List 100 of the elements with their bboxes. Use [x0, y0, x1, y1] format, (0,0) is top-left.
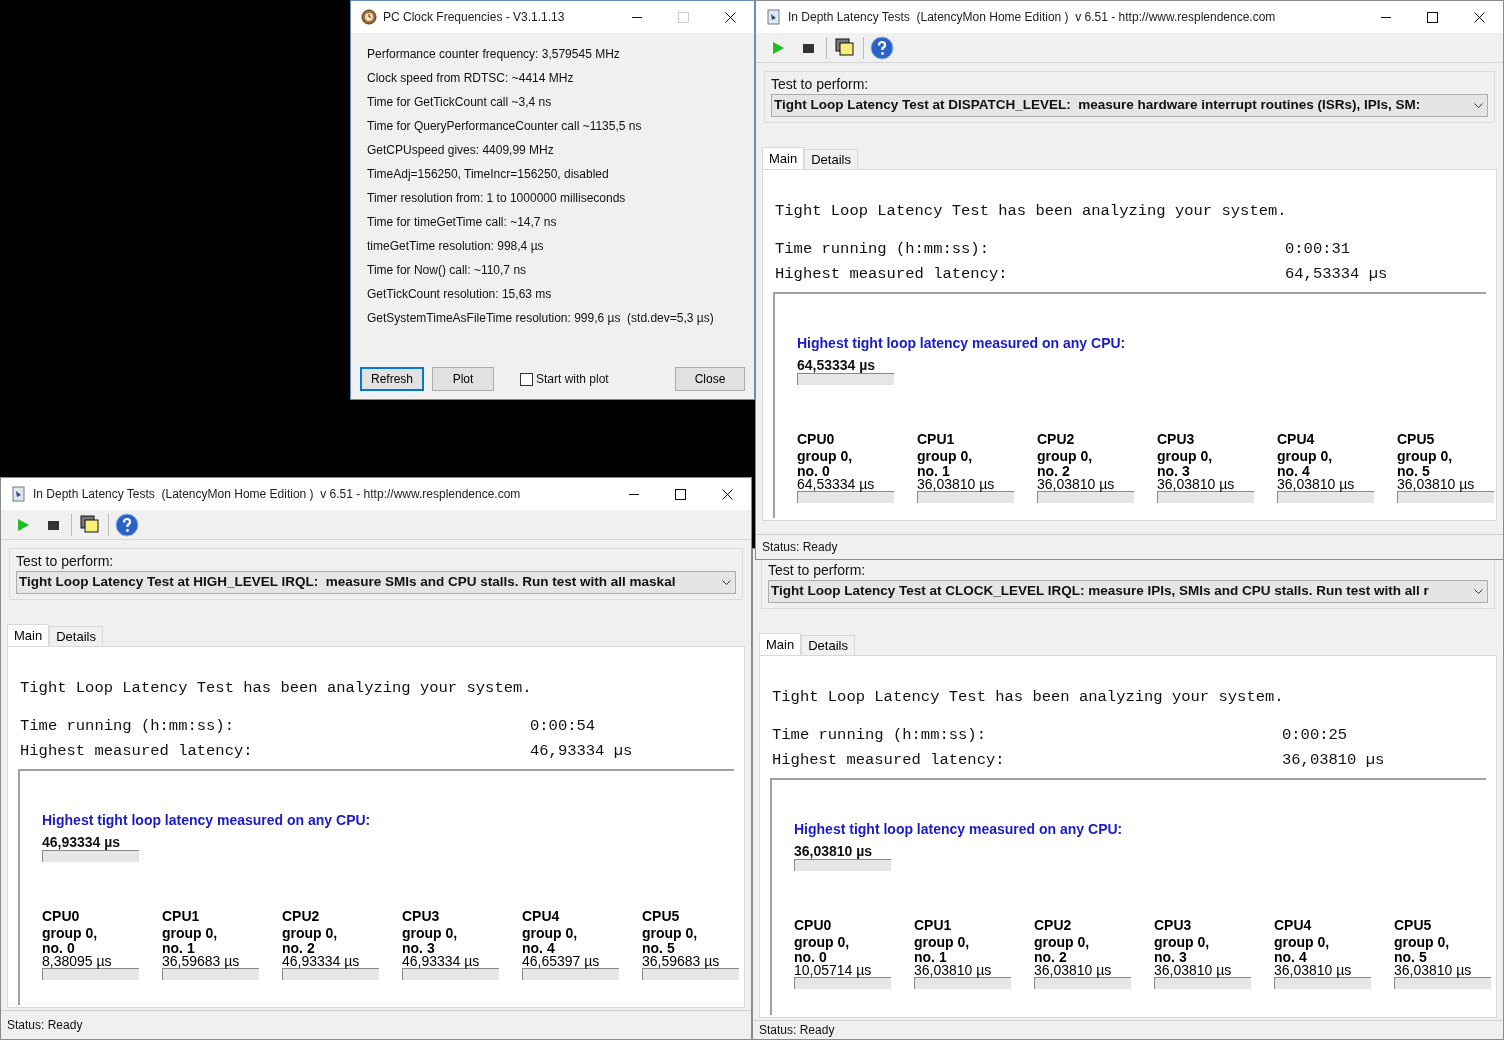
cpu-group: group 0,	[794, 934, 914, 951]
cpu-number: no. 3	[402, 942, 435, 954]
start-with-plot-checkbox[interactable]: Start with plot	[520, 370, 609, 388]
cpu-name: CPU2	[1034, 917, 1073, 934]
tab[interactable]: Details	[49, 626, 103, 647]
cpu-number: no. 2	[1034, 951, 1067, 963]
time-running-value: 0:00:54	[530, 716, 596, 738]
cpu-name: CPU4	[522, 908, 561, 925]
info-text: Time for GetTickCount call ~3,4 ns	[367, 95, 553, 110]
cpu-name: CPU3	[402, 908, 441, 925]
cpu-name: CPU2	[1037, 431, 1076, 448]
window-title: In Depth Latency Tests (LatencyMon Home Edition ) v 6.51 - http://www.resplendence.com	[788, 9, 1277, 26]
cpu-group: group 0,	[282, 925, 402, 942]
info-text: GetTickCount resolution: 15,63 ms	[367, 287, 553, 302]
maximize-icon[interactable]	[1427, 11, 1438, 23]
close-icon[interactable]	[722, 488, 733, 500]
cpu-name: CPU4	[1277, 431, 1316, 448]
status-message: Tight Loop Latency Test has been analyzing your system.	[772, 687, 1285, 708]
latency-value: 64,53334 µs	[1285, 264, 1388, 286]
latency-value: 46,93334 µs	[530, 741, 633, 763]
chevron-down-icon	[1474, 103, 1483, 108]
help-icon[interactable]	[115, 512, 139, 537]
latency-label: Highest measured latency:	[772, 750, 1006, 772]
cpu-group: group 0,	[1034, 934, 1154, 951]
close-button[interactable]: Close	[675, 367, 745, 391]
test-dropdown[interactable]: Tight Loop Latency Test at HIGH_LEVEL IRQL: measure SMIs and CPU stalls. Run test with all maskal	[16, 571, 736, 594]
cpu-latency: 36,03810 µs	[917, 477, 996, 491]
cpu-latency: 46,93334 µs	[402, 954, 481, 968]
cpu-number: no. 1	[914, 951, 947, 963]
cpu-latency: 36,03810 µs	[1277, 477, 1356, 491]
cpu-number: no. 4	[1274, 951, 1307, 963]
latency-value: 36,03810 µs	[1282, 750, 1385, 772]
section-heading: Highest tight loop latency measured on any CPU:	[797, 334, 1127, 352]
info-text: Time for timeGetTime call: ~14,7 ns	[367, 215, 558, 230]
latency-value: 46,93334 µs	[42, 834, 122, 850]
group-label: Test to perform:	[771, 76, 870, 92]
test-dropdown[interactable]: Tight Loop Latency Test at CLOCK_LEVEL IRQL: measure IPIs, SMIs and CPU stalls. Run test with all r	[768, 580, 1488, 603]
cpu-latency: 36,03810 µs	[1157, 477, 1236, 491]
latency-label: Highest measured latency:	[775, 264, 1009, 286]
cpu-latency: 36,59683 µs	[162, 954, 241, 968]
cpu-group: group 0,	[162, 925, 282, 942]
info-text: Time for Now() call: ~110,7 ns	[367, 263, 528, 278]
cpu-number: no. 5	[1394, 951, 1427, 963]
tab[interactable]: Main	[7, 624, 50, 647]
cpu-number: no. 5	[1397, 465, 1430, 477]
latency-label: Highest measured latency:	[20, 741, 254, 763]
tab[interactable]: Details	[801, 635, 855, 656]
cpu-number: no. 0	[42, 942, 75, 954]
cpu-group: group 0,	[1394, 934, 1504, 951]
cpu-number: no. 3	[1157, 465, 1190, 477]
app-icon	[361, 9, 377, 25]
minimize-icon[interactable]	[632, 16, 642, 18]
info-text: GetSystemTimeAsFileTime resolution: 999,6 µs (std.dev=5,3 µs)	[367, 311, 715, 326]
close-icon[interactable]	[1474, 11, 1485, 23]
cpu-name: CPU4	[1274, 917, 1313, 934]
close-icon[interactable]	[725, 11, 736, 23]
plot-button[interactable]: Plot	[432, 367, 494, 391]
cpu-number: no. 2	[282, 942, 315, 954]
tab[interactable]: Details	[804, 149, 858, 170]
cpu-latency: 36,03810 µs	[1154, 963, 1233, 977]
cpu-latency: 36,59683 µs	[642, 954, 721, 968]
info-text: timeGetTime resolution: 998,4 µs	[367, 239, 545, 254]
cpu-number: no. 0	[797, 465, 830, 477]
refresh-button[interactable]: Refresh	[360, 367, 424, 391]
cpu-latency: 64,53334 µs	[797, 477, 876, 491]
cpu-name: CPU1	[914, 917, 953, 934]
minimize-icon[interactable]	[629, 493, 639, 495]
chevron-down-icon	[722, 580, 731, 585]
tab[interactable]: Main	[759, 633, 802, 656]
status-message: Tight Loop Latency Test has been analyzing your system.	[20, 678, 533, 699]
time-running-label: Time running (h:mm:ss):	[20, 716, 235, 738]
cpu-group: group 0,	[1154, 934, 1274, 951]
test-dropdown[interactable]: Tight Loop Latency Test at DISPATCH_LEVEL: measure hardware interrupt routines (ISRs), IPIs, SM:	[771, 94, 1488, 117]
time-running-label: Time running (h:mm:ss):	[775, 239, 990, 261]
status-bar-text: Status: Ready	[7, 1017, 83, 1034]
cpu-name: CPU3	[1157, 431, 1196, 448]
cpu-latency: 36,03810 µs	[1037, 477, 1116, 491]
group-label: Test to perform:	[16, 553, 115, 569]
chevron-down-icon	[1474, 589, 1483, 594]
cpu-group: group 0,	[42, 925, 162, 942]
tab[interactable]: Main	[762, 147, 805, 170]
cpu-name: CPU5	[1394, 917, 1433, 934]
minimize-icon[interactable]	[1381, 16, 1391, 18]
cpu-name: CPU0	[794, 917, 833, 934]
cpu-latency: 36,03810 µs	[914, 963, 993, 977]
cpu-number: no. 3	[1154, 951, 1187, 963]
maximize-icon[interactable]	[675, 488, 686, 500]
status-bar-text: Status: Ready	[762, 539, 838, 556]
app-icon	[766, 9, 782, 25]
time-running-value: 0:00:25	[1282, 725, 1348, 747]
group-label: Test to perform:	[768, 562, 867, 578]
cpu-name: CPU1	[917, 431, 956, 448]
cpu-group: group 0,	[1037, 448, 1157, 465]
info-text: Time for QueryPerformanceCounter call ~1135,5 ns	[367, 119, 643, 134]
time-running-label: Time running (h:mm:ss):	[772, 725, 987, 747]
window-title: PC Clock Frequencies - V3.1.1.13	[383, 9, 566, 26]
cpu-latency: 46,93334 µs	[282, 954, 361, 968]
cpu-number: no. 1	[917, 465, 950, 477]
help-icon[interactable]	[870, 35, 894, 60]
section-heading: Highest tight loop latency measured on any CPU:	[794, 820, 1124, 838]
